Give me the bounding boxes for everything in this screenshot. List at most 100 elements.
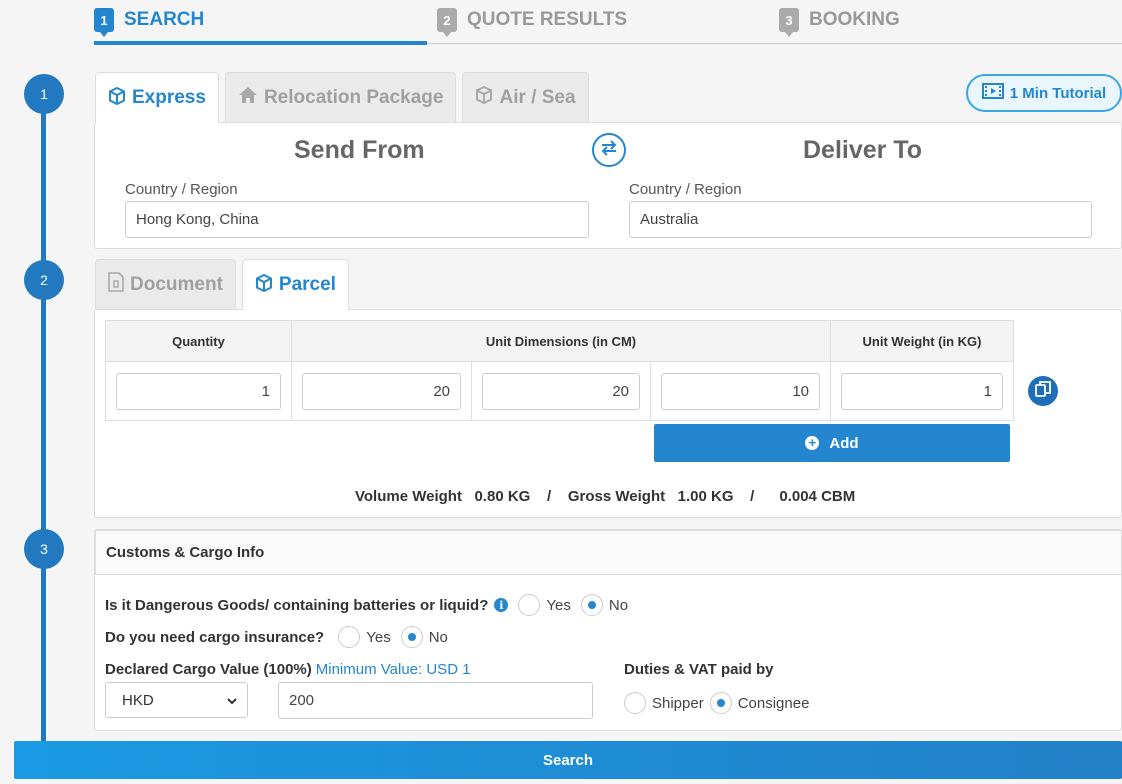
step-search[interactable]: 1 SEARCH xyxy=(94,8,205,37)
currency-select[interactable]: HKD xyxy=(105,682,248,718)
copy-row-button[interactable] xyxy=(1028,376,1058,406)
send-from-title: Send From xyxy=(294,136,425,164)
tab-label: Express xyxy=(132,87,206,108)
weight-header: Unit Weight (in KG) xyxy=(830,320,1014,362)
weight-cell: 1 xyxy=(830,361,1014,421)
duties-options: Shipper Consignee xyxy=(614,692,809,714)
consignee-label: Consignee xyxy=(737,694,810,712)
width-cell: 20 xyxy=(471,361,651,421)
tutorial-label: 1 Min Tutorial xyxy=(1009,84,1107,102)
package-tabs: Document Parcel xyxy=(95,259,349,310)
quantity-header: Quantity xyxy=(105,320,292,362)
step-label: QUOTE RESULTS xyxy=(467,9,628,30)
declared-value-label: Declared Cargo Value (100%) Minimum Valu… xyxy=(105,661,471,678)
gross-weight-value: 1.00 KG xyxy=(677,488,734,505)
declared-value-title: Declared Cargo Value (100%) xyxy=(105,661,312,678)
house-icon xyxy=(238,86,258,109)
insurance-question: Do you need cargo insurance? Yes No xyxy=(105,626,448,648)
volume-weight-label: Volume Weight xyxy=(355,488,462,505)
info-icon[interactable]: i xyxy=(494,598,509,612)
consignee-radio[interactable] xyxy=(709,692,732,714)
add-package-button[interactable]: + Add xyxy=(654,424,1010,462)
tab-label: Parcel xyxy=(278,274,336,295)
timeline-step-1: 1 xyxy=(24,74,64,114)
duties-label: Duties & VAT paid by xyxy=(624,661,774,678)
film-icon xyxy=(981,83,1004,103)
timeline-step-3: 3 xyxy=(24,529,64,569)
from-country-input[interactable]: Hong Kong, China xyxy=(125,201,589,238)
to-country-label: Country / Region xyxy=(629,181,742,198)
length-input[interactable]: 20 xyxy=(302,372,461,410)
customs-title: Customs & Cargo Info xyxy=(106,544,265,561)
box-icon xyxy=(255,273,273,297)
currency-value: HKD xyxy=(122,691,154,709)
add-label: Add xyxy=(829,434,859,452)
copy-icon xyxy=(1035,380,1051,402)
progress-stepper: 1 SEARCH 2 QUOTE RESULTS 3 BOOKING xyxy=(94,0,1122,45)
minimum-value-note: Minimum Value: USD 1 xyxy=(315,661,471,678)
insurance-yes-radio[interactable] xyxy=(338,626,361,648)
from-country-label: Country / Region xyxy=(125,181,238,198)
weight-input[interactable]: 1 xyxy=(841,372,1003,410)
width-input[interactable]: 20 xyxy=(482,372,640,410)
separator: / xyxy=(750,488,755,505)
dangerous-yes-radio[interactable] xyxy=(518,594,541,616)
cbm-value: 0.004 CBM xyxy=(779,488,856,505)
document-icon xyxy=(108,272,124,297)
weight-summary: Volume Weight 0.80 KG / Gross Weight 1.0… xyxy=(355,488,855,505)
step-number: 3 xyxy=(779,8,799,37)
gross-weight-label: Gross Weight xyxy=(567,488,666,505)
step-label: SEARCH xyxy=(124,9,205,30)
volume-weight-value: 0.80 KG xyxy=(474,488,531,505)
dimensions-table: Quantity Unit Dimensions (in CM) Unit We… xyxy=(105,320,1014,421)
tab-label: Relocation Package xyxy=(263,86,444,108)
length-cell: 20 xyxy=(291,361,472,421)
quantity-cell: 1 xyxy=(105,361,292,421)
tab-label: Document xyxy=(130,273,223,295)
search-button[interactable]: Search xyxy=(14,741,1122,779)
dangerous-goods-question: Is it Dangerous Goods/ containing batter… xyxy=(105,594,628,616)
dangerous-goods-label: Is it Dangerous Goods/ containing batter… xyxy=(105,596,489,614)
box-icon xyxy=(475,85,493,109)
shipper-radio[interactable] xyxy=(624,692,646,714)
customs-header: Customs & Cargo Info xyxy=(95,530,1122,575)
no-label: No xyxy=(428,628,448,646)
swap-arrows-icon xyxy=(600,139,618,161)
step-booking[interactable]: 3 BOOKING xyxy=(779,8,900,37)
table-header-row: Quantity Unit Dimensions (in CM) Unit We… xyxy=(105,320,1014,362)
step-quote-results[interactable]: 2 QUOTE RESULTS xyxy=(437,8,628,37)
tab-express[interactable]: Express xyxy=(95,72,219,123)
swap-route-button[interactable] xyxy=(592,133,626,167)
tab-air-sea[interactable]: Air / Sea xyxy=(462,72,589,122)
tab-relocation-package[interactable]: Relocation Package xyxy=(224,72,457,122)
timeline-step-2: 2 xyxy=(24,260,64,300)
tutorial-button[interactable]: 1 Min Tutorial xyxy=(966,74,1122,112)
to-country-input[interactable]: Australia xyxy=(629,201,1092,238)
side-timeline xyxy=(41,94,46,754)
box-icon xyxy=(108,86,126,110)
insurance-no-radio[interactable] xyxy=(400,626,423,648)
yes-label: Yes xyxy=(366,628,391,646)
dangerous-no-radio[interactable] xyxy=(580,594,603,616)
step-label: BOOKING xyxy=(809,9,900,30)
insurance-label: Do you need cargo insurance? xyxy=(105,628,325,646)
table-row: 1 20 20 10 1 xyxy=(105,361,1014,421)
step-number: 2 xyxy=(437,8,457,37)
tab-document[interactable]: Document xyxy=(95,259,236,309)
active-step-underline xyxy=(94,41,427,45)
plus-circle-icon: + xyxy=(805,436,820,450)
tab-parcel[interactable]: Parcel xyxy=(241,259,349,310)
no-label: No xyxy=(608,596,629,614)
tab-label: Air / Sea xyxy=(499,86,576,108)
height-input[interactable]: 10 xyxy=(661,372,820,410)
shipper-label: Shipper xyxy=(652,694,704,712)
dimensions-header: Unit Dimensions (in CM) xyxy=(291,320,831,362)
height-cell: 10 xyxy=(650,361,831,421)
deliver-to-title: Deliver To xyxy=(803,136,923,164)
chevron-down-icon xyxy=(227,692,237,709)
separator: / xyxy=(547,488,552,505)
declared-value-input[interactable]: 200 xyxy=(278,682,593,719)
yes-label: Yes xyxy=(546,596,571,614)
step-number: 1 xyxy=(94,8,114,37)
quantity-input[interactable]: 1 xyxy=(116,372,281,410)
